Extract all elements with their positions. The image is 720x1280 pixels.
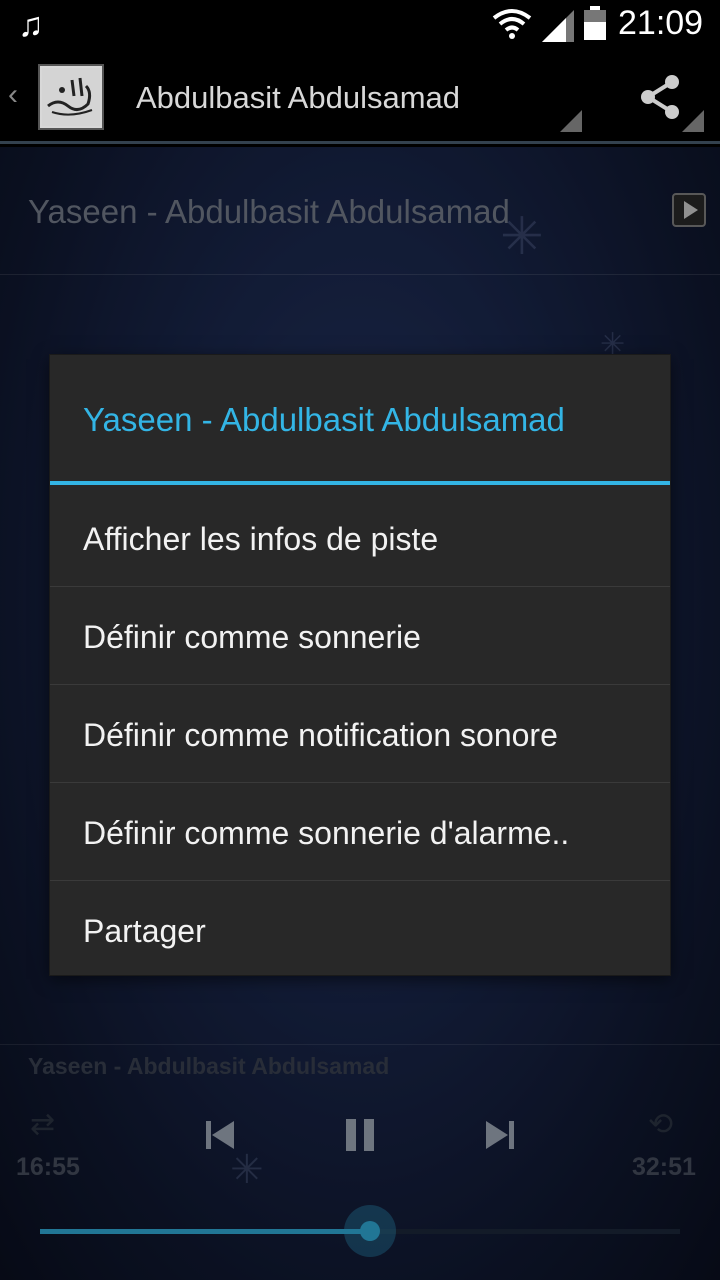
menu-item-set-ringtone[interactable]: Définir comme sonnerie bbox=[50, 587, 670, 685]
signal-icon bbox=[542, 10, 574, 42]
dialog-menu-list: Afficher les infos de piste Définir comm… bbox=[50, 489, 670, 979]
action-bar: ‹ Abdulbasit Abdulsamad bbox=[0, 50, 720, 144]
share-icon[interactable] bbox=[638, 72, 684, 122]
context-menu-dialog: Yaseen - Abdulbasit Abdulsamad Afficher … bbox=[50, 355, 670, 975]
menu-item-label: Définir comme sonnerie d'alarme.. bbox=[83, 815, 570, 851]
back-chevron-icon[interactable]: ‹ bbox=[8, 78, 18, 112]
dialog-title-bar: Yaseen - Abdulbasit Abdulsamad bbox=[50, 355, 670, 485]
menu-item-label: Partager bbox=[83, 913, 206, 949]
status-bar: ♫ 21:09 bbox=[0, 0, 720, 50]
music-note-icon: ♫ bbox=[18, 6, 44, 44]
menu-item-label: Définir comme sonnerie bbox=[83, 619, 421, 655]
menu-item-set-notification[interactable]: Définir comme notification sonore bbox=[50, 685, 670, 783]
wifi-icon bbox=[492, 9, 532, 39]
bismillah-calligraphy-logo bbox=[42, 68, 100, 126]
app-logo[interactable] bbox=[38, 64, 104, 130]
menu-item-set-alarm[interactable]: Définir comme sonnerie d'alarme.. bbox=[50, 783, 670, 881]
dialog-title: Yaseen - Abdulbasit Abdulsamad bbox=[83, 401, 565, 438]
spinner-indicator-icon bbox=[560, 110, 582, 132]
menu-item-label: Définir comme notification sonore bbox=[83, 717, 558, 753]
status-time: 21:09 bbox=[618, 4, 704, 42]
menu-item-label: Afficher les infos de piste bbox=[83, 521, 439, 557]
overflow-indicator-icon bbox=[682, 110, 704, 132]
action-bar-title[interactable]: Abdulbasit Abdulsamad bbox=[136, 80, 460, 116]
menu-item-share[interactable]: Partager bbox=[50, 881, 670, 979]
menu-item-track-info[interactable]: Afficher les infos de piste bbox=[50, 489, 670, 587]
battery-icon bbox=[584, 6, 606, 40]
